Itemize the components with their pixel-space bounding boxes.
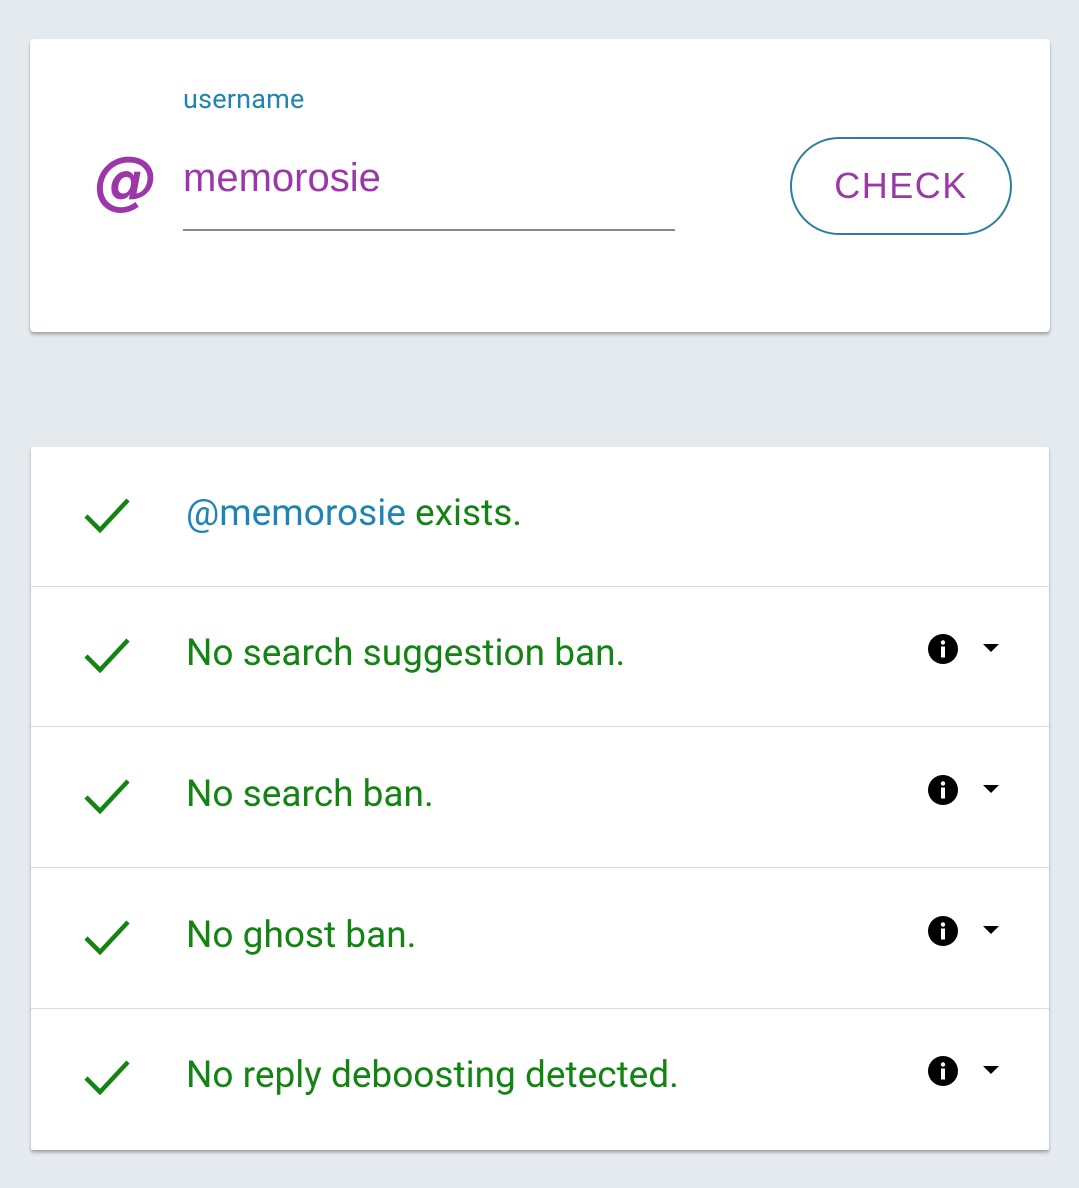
username-handle: @memorosie xyxy=(186,492,406,535)
result-text: @memorosie exists. xyxy=(186,491,522,537)
info-icon[interactable] xyxy=(928,634,958,664)
caret-down-icon[interactable] xyxy=(983,643,999,653)
info-icon[interactable] xyxy=(928,1056,958,1086)
username-search-card: username @ CHECK xyxy=(30,39,1050,332)
username-label: username xyxy=(183,83,305,115)
check-icon xyxy=(84,638,130,674)
results-list: @memorosie exists. No search suggestion … xyxy=(31,447,1049,1150)
result-row-search-suggestion-ban[interactable]: No search suggestion ban. xyxy=(31,587,1049,727)
username-input[interactable] xyxy=(183,147,675,231)
result-row-ghost-ban[interactable]: No ghost ban. xyxy=(31,869,1049,1009)
info-icon[interactable] xyxy=(928,775,958,805)
check-icon xyxy=(84,920,130,956)
at-icon: @ xyxy=(94,144,158,218)
result-label: No reply deboosting detected. xyxy=(186,1054,679,1097)
info-icon[interactable] xyxy=(928,916,958,946)
check-icon xyxy=(84,779,130,815)
result-label: No ghost ban. xyxy=(186,914,417,957)
result-row-exists: @memorosie exists. xyxy=(31,447,1049,587)
result-row-reply-deboosting[interactable]: No reply deboosting detected. xyxy=(31,1009,1049,1149)
check-icon xyxy=(84,1060,130,1096)
result-label: No search ban. xyxy=(186,773,434,816)
check-icon xyxy=(84,498,130,534)
caret-down-icon[interactable] xyxy=(983,1065,999,1075)
check-button[interactable]: CHECK xyxy=(790,137,1012,235)
result-label: No search suggestion ban. xyxy=(186,632,626,675)
result-row-search-ban[interactable]: No search ban. xyxy=(31,728,1049,868)
caret-down-icon[interactable] xyxy=(983,925,999,935)
caret-down-icon[interactable] xyxy=(983,784,999,794)
result-label: exists. xyxy=(405,492,523,535)
